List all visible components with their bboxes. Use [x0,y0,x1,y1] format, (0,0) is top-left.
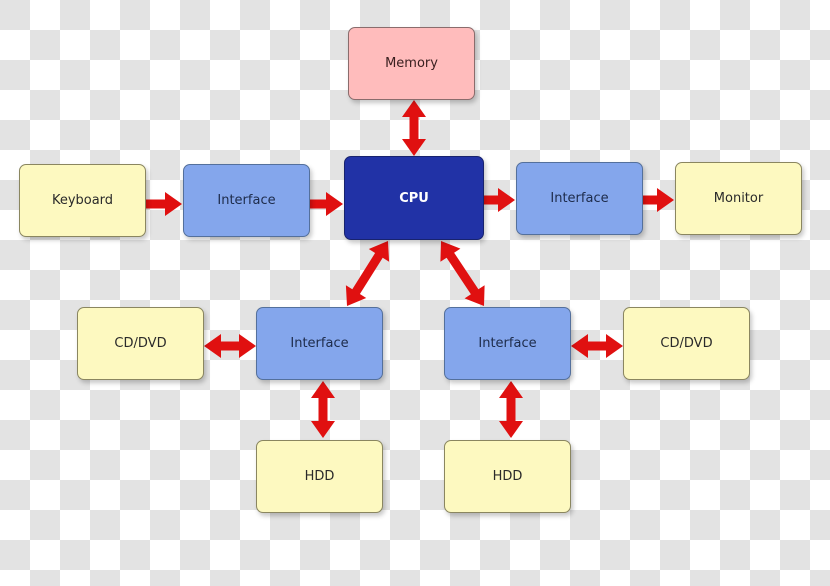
memory-label: Memory [385,56,438,71]
interface-input-label: Interface [217,193,276,208]
interface-output-label: Interface [550,191,609,206]
cddvd-right-node: CD/DVD [623,307,750,380]
cpu-node: CPU [344,156,484,240]
cddvd-left-node: CD/DVD [77,307,204,380]
hdd-right-label: HDD [492,469,523,484]
cddvd-left-label: CD/DVD [114,336,167,351]
interface-right-label: Interface [478,336,537,351]
hdd-left-node: HDD [256,440,383,513]
interface-output-node: Interface [516,162,643,235]
hdd-right-node: HDD [444,440,571,513]
monitor-label: Monitor [713,191,764,206]
arrow-keyboard-to-interface-input [146,192,182,216]
block-diagram: Memory CPU Keyboard Interface Interface … [0,0,830,586]
hdd-left-label: HDD [304,469,335,484]
arrow-cpu-to-interface-left [345,241,390,306]
cpu-label: CPU [399,190,429,206]
interface-input-node: Interface [183,164,310,237]
interface-right-node: Interface [444,307,571,380]
arrow-interface-input-to-cpu [310,192,343,216]
arrow-cpu-to-interface-right [440,241,485,306]
keyboard-label: Keyboard [51,193,114,208]
arrow-interface-right-to-hdd-right [499,381,523,438]
interface-left-label: Interface [290,336,349,351]
keyboard-node: Keyboard [19,164,146,237]
arrow-interface-left-to-hdd-left [311,381,335,438]
monitor-node: Monitor [675,162,802,235]
interface-left-node: Interface [256,307,383,380]
memory-node: Memory [348,27,475,100]
arrow-interface-right-to-cddvd-right [571,334,623,358]
arrow-cpu-to-interface-output [484,188,515,212]
arrow-memory-to-cpu [402,100,426,156]
arrow-interface-output-to-monitor [643,188,674,212]
cddvd-right-label: CD/DVD [660,336,713,351]
arrow-cddvd-left-to-interface-left [204,334,256,358]
